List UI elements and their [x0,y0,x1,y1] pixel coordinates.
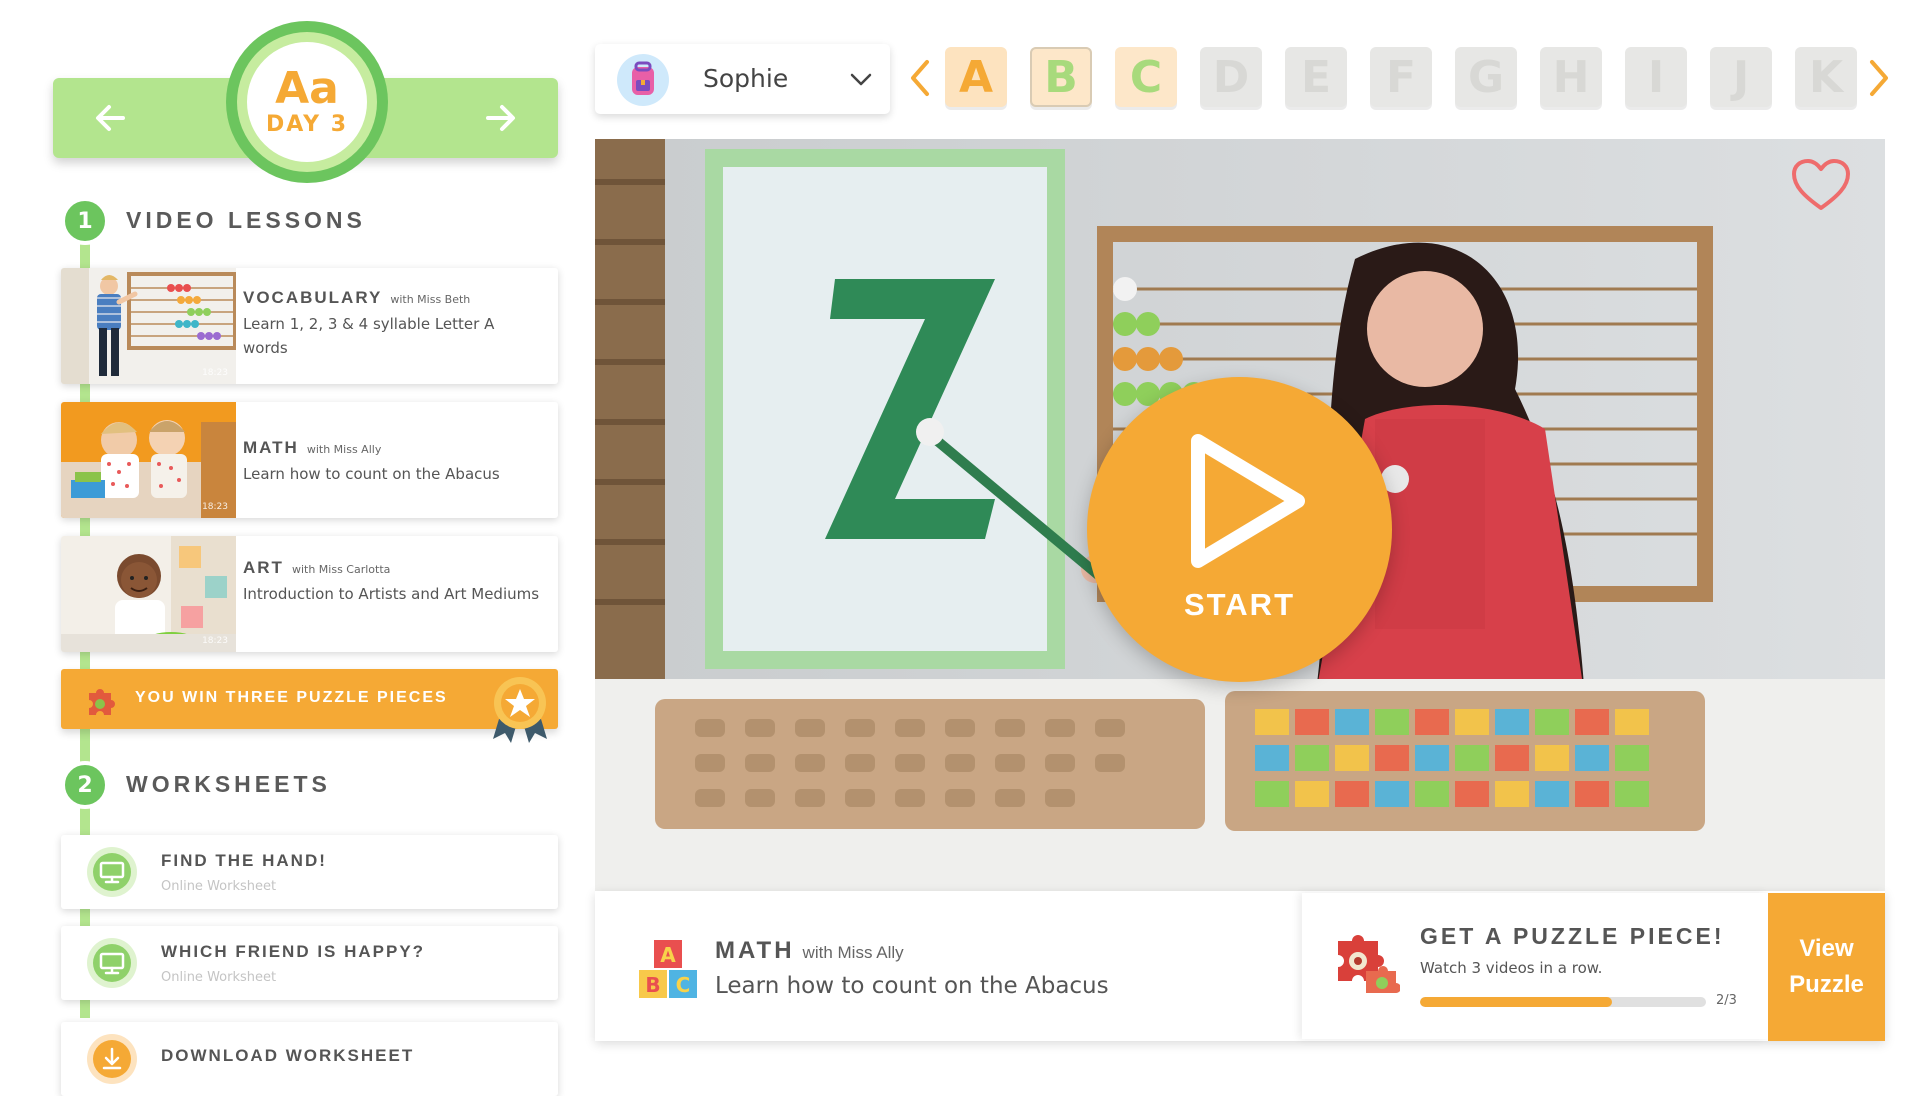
lesson-duration: 18:23 [202,368,228,378]
lesson-card-math[interactable]: 18:23 MATH with Miss Ally Learn how to co… [61,402,558,518]
arrow-right-icon[interactable] [478,96,522,140]
puzzle-progress-bar [1420,997,1706,1007]
lesson-thumbnail: 18:23 [61,402,236,518]
start-label: START [1183,587,1296,622]
lesson-body: ART with Miss Carlotta Introduction to Ar… [243,558,542,606]
view-puzzle-label: View Puzzle [1789,935,1864,998]
day-letters: Aa [275,63,339,114]
day-badge-inner: Aa DAY 3 [247,42,367,162]
puzzle-pieces-icon [1338,935,1400,993]
letter-tile-h[interactable]: H [1540,47,1602,107]
letters-next-icon[interactable] [1866,56,1892,100]
lesson-thumbnail: 18:23 [61,268,236,384]
play-icon [1191,434,1305,568]
letter-tile-g[interactable]: G [1455,47,1517,107]
worksheet-subtitle: Online Worksheet [161,970,277,985]
lesson-teacher: with Miss Ally [306,443,382,456]
chevron-down-icon [850,73,872,86]
view-puzzle-button[interactable]: View Puzzle [1768,893,1885,1041]
profile-name: Sophie [703,64,789,93]
puzzle-progress-fill [1420,997,1612,1007]
now-playing-subject-text: MATH [715,937,795,964]
letter-tile-b[interactable]: B [1030,47,1092,107]
letter-tile-i[interactable]: I [1625,47,1687,107]
section-title-worksheets: WORKSHEETS [126,771,331,797]
medal-icon [493,677,547,743]
letter-tile-j[interactable]: J [1710,47,1772,107]
lesson-teacher: with Miss Beth [390,293,471,306]
now-playing-description: Learn how to count on the Abacus [715,973,1109,999]
letter-tile-a[interactable]: A [945,47,1007,107]
puzzle-title: GET A PUZZLE PIECE! [1420,923,1725,949]
now-playing-teacher: with Miss Ally [802,943,904,962]
svg-text:C: C [676,973,691,997]
lesson-description: Introduction to Artists and Art Mediums [243,585,540,603]
svg-text:A: A [660,943,676,967]
monitor-icon [87,938,137,988]
lesson-duration: 18:23 [202,502,228,512]
lesson-body: MATH with Miss Ally Learn how to count on… [243,438,542,486]
puzzle-progress-text: 2/3 [1716,993,1737,1008]
reward-banner: YOU WIN THREE PUZZLE PIECES [61,669,558,743]
letter-tile-f[interactable]: F [1370,47,1432,107]
lesson-card-art[interactable]: 18:23 ART with Miss Carlotta Introduction… [61,536,558,652]
lesson-thumbnail: 18:23 [61,536,236,652]
abc-blocks-icon: A B C [639,940,697,998]
backpack-avatar-icon [617,54,669,106]
worksheet-subtitle: Online Worksheet [161,879,277,894]
lesson-teacher: with Miss Carlotta [291,563,391,576]
worksheet-title: WHICH FRIEND IS HAPPY? [161,942,426,961]
reward-text: YOU WIN THREE PUZZLE PIECES [135,689,448,706]
lesson-duration: 18:23 [202,636,228,646]
letter-tile-d[interactable]: D [1200,47,1262,107]
vocabulary-thumbnail-image [61,268,236,384]
letter-tile-c[interactable]: C [1115,47,1177,107]
profile-selector[interactable]: Sophie [595,44,890,114]
day-badge-ring: Aa DAY 3 [237,32,377,172]
lesson-card-vocabulary[interactable]: 18:23 VOCABULARY with Miss Beth Learn 1, … [61,268,558,384]
lesson-subject: ART [243,558,284,577]
worksheet-card-which-friend[interactable]: WHICH FRIEND IS HAPPY? Online Worksheet [61,926,558,1000]
now-playing-subject: MATH with Miss Ally [715,937,904,965]
arrow-left-icon[interactable] [89,96,133,140]
worksheet-title: DOWNLOAD WORKSHEET [161,1046,415,1065]
worksheet-card-download[interactable]: DOWNLOAD WORKSHEET [61,1022,558,1096]
svg-text:B: B [645,973,660,997]
worksheet-title: FIND THE HAND! [161,851,327,870]
start-play-button[interactable]: START [1087,377,1392,682]
puzzle-progress-panel: GET A PUZZLE PIECE! Watch 3 videos in a … [1302,893,1768,1039]
math-thumbnail-image [61,402,236,518]
download-icon [87,1034,137,1084]
section-title-videos: VIDEO LESSONS [126,207,366,233]
puzzle-piece-icon [89,689,115,715]
heart-icon[interactable] [1790,158,1852,212]
letters-prev-icon[interactable] [907,56,933,100]
letter-tile-e[interactable]: E [1285,47,1347,107]
day-number: DAY 3 [265,112,349,137]
worksheet-card-find-the-hand[interactable]: FIND THE HAND! Online Worksheet [61,835,558,909]
step-number-videos: 1 [61,197,109,245]
lesson-description: Learn 1, 2, 3 & 4 syllable Letter A word… [243,315,495,357]
lesson-description: Learn how to count on the Abacus [243,465,500,483]
art-thumbnail-image [61,536,236,652]
day-badge: Aa DAY 3 [226,21,388,183]
lesson-subject: VOCABULARY [243,288,383,307]
lesson-body: VOCABULARY with Miss Beth Learn 1, 2, 3 &… [243,288,542,360]
lesson-subject: MATH [243,438,299,457]
puzzle-subtitle: Watch 3 videos in a row. [1420,959,1603,977]
monitor-icon [87,847,137,897]
step-number-worksheets: 2 [61,761,109,809]
letter-tile-k[interactable]: K [1795,47,1857,107]
